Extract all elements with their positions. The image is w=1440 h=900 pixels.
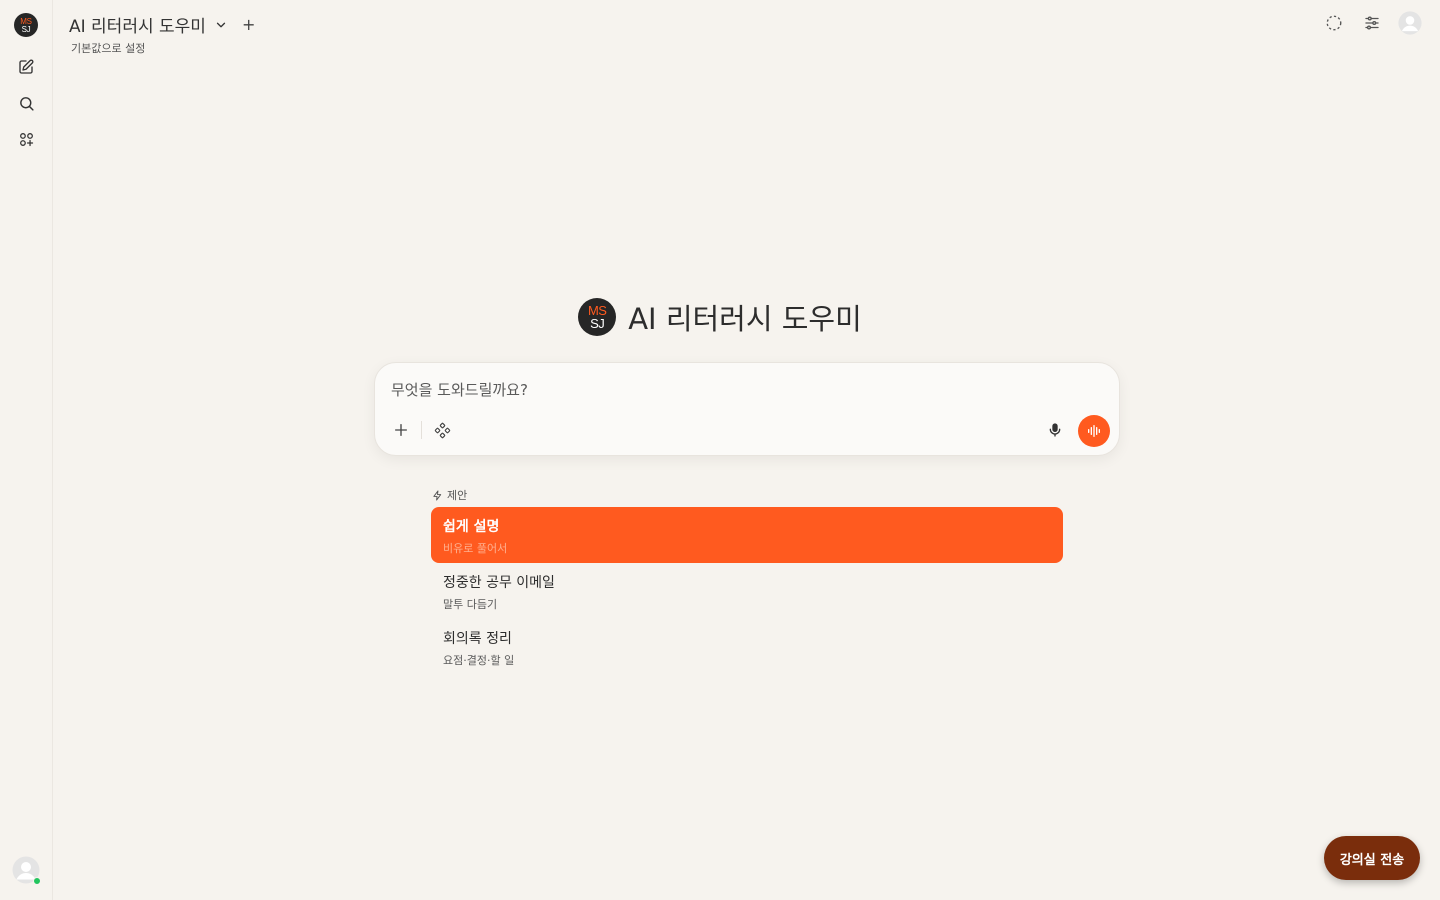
sliders-icon bbox=[1365, 16, 1379, 30]
suggestion-subtitle: 비유로 풀어서 bbox=[443, 542, 508, 555]
profile-button[interactable] bbox=[1398, 11, 1422, 35]
voice-input-button[interactable] bbox=[1041, 416, 1069, 444]
sidebar: MS SJ bbox=[0, 0, 53, 900]
suggestion-title: 쉽게 설명 bbox=[443, 519, 500, 535]
send-to-classroom-button[interactable]: 강의실 전송 bbox=[1324, 836, 1420, 880]
logo-text-bottom: SJ bbox=[590, 316, 605, 331]
model-selector[interactable]: AI 리터러시 도우미 + bbox=[69, 12, 255, 37]
hero-title: AI 리터러시 도우미 bbox=[628, 302, 862, 336]
model-logo: MS SJ bbox=[578, 298, 617, 336]
plus-icon bbox=[395, 424, 407, 436]
attach-button[interactable] bbox=[387, 416, 415, 444]
suggestion-title: 회의록 정리 bbox=[443, 631, 512, 647]
apps-icon bbox=[19, 132, 33, 146]
suggestion-item[interactable]: 쉽게 설명 비유로 풀어서 bbox=[431, 507, 1063, 563]
hero: MS SJ AI 리터러시 도우미 bbox=[0, 296, 1440, 338]
model-name: AI 리터러시 도우미 bbox=[69, 17, 206, 37]
temporary-chat-button[interactable] bbox=[1322, 11, 1346, 35]
message-input[interactable] bbox=[391, 381, 991, 399]
edit-icon bbox=[19, 59, 34, 74]
search-button[interactable] bbox=[15, 92, 37, 114]
add-model-button[interactable]: + bbox=[242, 15, 255, 34]
integrations-icon bbox=[434, 422, 450, 438]
new-chat-button[interactable] bbox=[15, 56, 37, 78]
app-logo[interactable]: MS SJ bbox=[14, 13, 38, 37]
suggestions-heading: 제안 bbox=[432, 487, 467, 503]
search-icon bbox=[19, 96, 34, 111]
logo-text-bottom: SJ bbox=[21, 24, 31, 34]
dashed-circle-icon bbox=[1326, 15, 1342, 31]
suggestion-item[interactable]: 정중한 공무 이메일 말투 다듬기 bbox=[431, 563, 1063, 619]
set-default-link[interactable]: 기본값으로 설정 bbox=[71, 40, 145, 56]
online-status-dot bbox=[33, 877, 41, 885]
suggestion-title: 정중한 공무 이메일 bbox=[443, 575, 555, 591]
bolt-icon bbox=[433, 489, 442, 501]
top-toolbar bbox=[1322, 11, 1422, 35]
user-icon bbox=[1398, 11, 1422, 35]
suggestion-subtitle: 요점·결정·할 일 bbox=[443, 654, 515, 667]
suggestion-subtitle: 말투 다듬기 bbox=[443, 598, 498, 611]
message-composer bbox=[374, 362, 1120, 456]
microphone-icon bbox=[1049, 423, 1061, 437]
controls-button[interactable] bbox=[1360, 11, 1384, 35]
chevron-down-icon bbox=[216, 22, 226, 27]
waveform-icon bbox=[1088, 425, 1100, 437]
suggestions-heading-label: 제안 bbox=[447, 489, 468, 502]
composer-divider bbox=[421, 421, 422, 439]
suggestion-item[interactable]: 회의록 정리 요점·결정·할 일 bbox=[431, 619, 1063, 675]
voice-mode-button[interactable] bbox=[1078, 415, 1110, 447]
user-avatar[interactable] bbox=[12, 856, 41, 885]
tools-button[interactable] bbox=[428, 416, 456, 444]
workspace-button[interactable] bbox=[15, 128, 37, 150]
